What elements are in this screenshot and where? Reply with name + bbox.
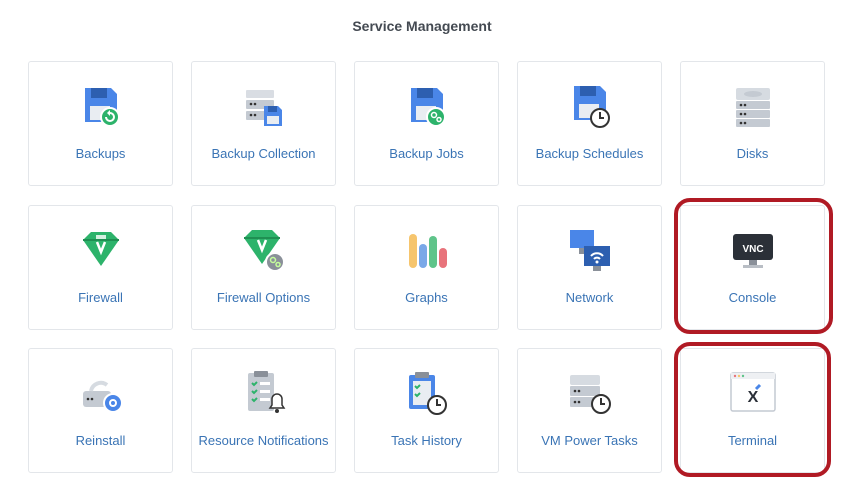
firewall-options-icon	[240, 226, 288, 274]
tile-label: Backup Jobs	[389, 146, 464, 161]
tile-label: Network	[565, 290, 614, 305]
task-history-tile[interactable]: Task History	[354, 348, 499, 473]
terminal-tile[interactable]: X Terminal	[680, 348, 825, 473]
reinstall-icon	[77, 369, 125, 417]
graphs-tile[interactable]: Graphs	[354, 205, 499, 330]
reinstall-tile[interactable]: Reinstall	[28, 348, 173, 473]
page-title: Service Management	[352, 18, 492, 34]
network-monitor-icon	[566, 226, 614, 274]
tile-label: VM Power Tasks	[541, 433, 638, 448]
vnc-label: VNC	[742, 244, 763, 255]
vm-power-tasks-icon	[566, 369, 614, 417]
tile-label: Backups	[75, 146, 126, 161]
backup-collection-icon	[240, 82, 288, 130]
disks-icon	[729, 82, 777, 130]
tile-label: Backup Collection	[211, 146, 316, 161]
vnc-console-icon: VNC	[729, 226, 777, 274]
tile-label: Disks	[736, 146, 769, 161]
graphs-chart-icon	[403, 226, 451, 274]
tile-label: Backup Schedules	[535, 146, 644, 161]
network-tile[interactable]: Network	[517, 205, 662, 330]
firewall-tile[interactable]: Firewall	[28, 205, 173, 330]
backup-jobs-icon	[403, 82, 451, 130]
tile-label: Graphs	[405, 290, 448, 305]
firewall-gem-icon	[77, 226, 125, 274]
tile-label: Reinstall	[75, 433, 126, 448]
tile-label: Console	[728, 290, 777, 305]
terminal-window-icon: X	[729, 369, 777, 417]
tile-label: Terminal	[727, 433, 778, 448]
resource-notifications-tile[interactable]: Resource Notifications	[191, 348, 336, 473]
disks-tile[interactable]: Disks	[680, 61, 825, 186]
backup-schedules-icon	[566, 82, 614, 130]
console-tile[interactable]: VNC Console	[680, 205, 825, 330]
backup-schedules-tile[interactable]: Backup Schedules	[517, 61, 662, 186]
firewall-options-tile[interactable]: Firewall Options	[191, 205, 336, 330]
backup-floppy-icon	[77, 82, 125, 130]
tile-label: Task History	[391, 433, 462, 448]
terminal-x-label: X	[747, 389, 758, 406]
tile-label: Resource Notifications	[198, 433, 329, 448]
vm-power-tasks-tile[interactable]: VM Power Tasks	[517, 348, 662, 473]
backups-tile[interactable]: Backups	[28, 61, 173, 186]
tile-label: Firewall Options	[216, 290, 311, 305]
backup-collection-tile[interactable]: Backup Collection	[191, 61, 336, 186]
backup-jobs-tile[interactable]: Backup Jobs	[354, 61, 499, 186]
task-history-icon	[403, 369, 451, 417]
tile-label: Firewall	[78, 290, 123, 305]
resource-notifications-icon	[240, 369, 288, 417]
